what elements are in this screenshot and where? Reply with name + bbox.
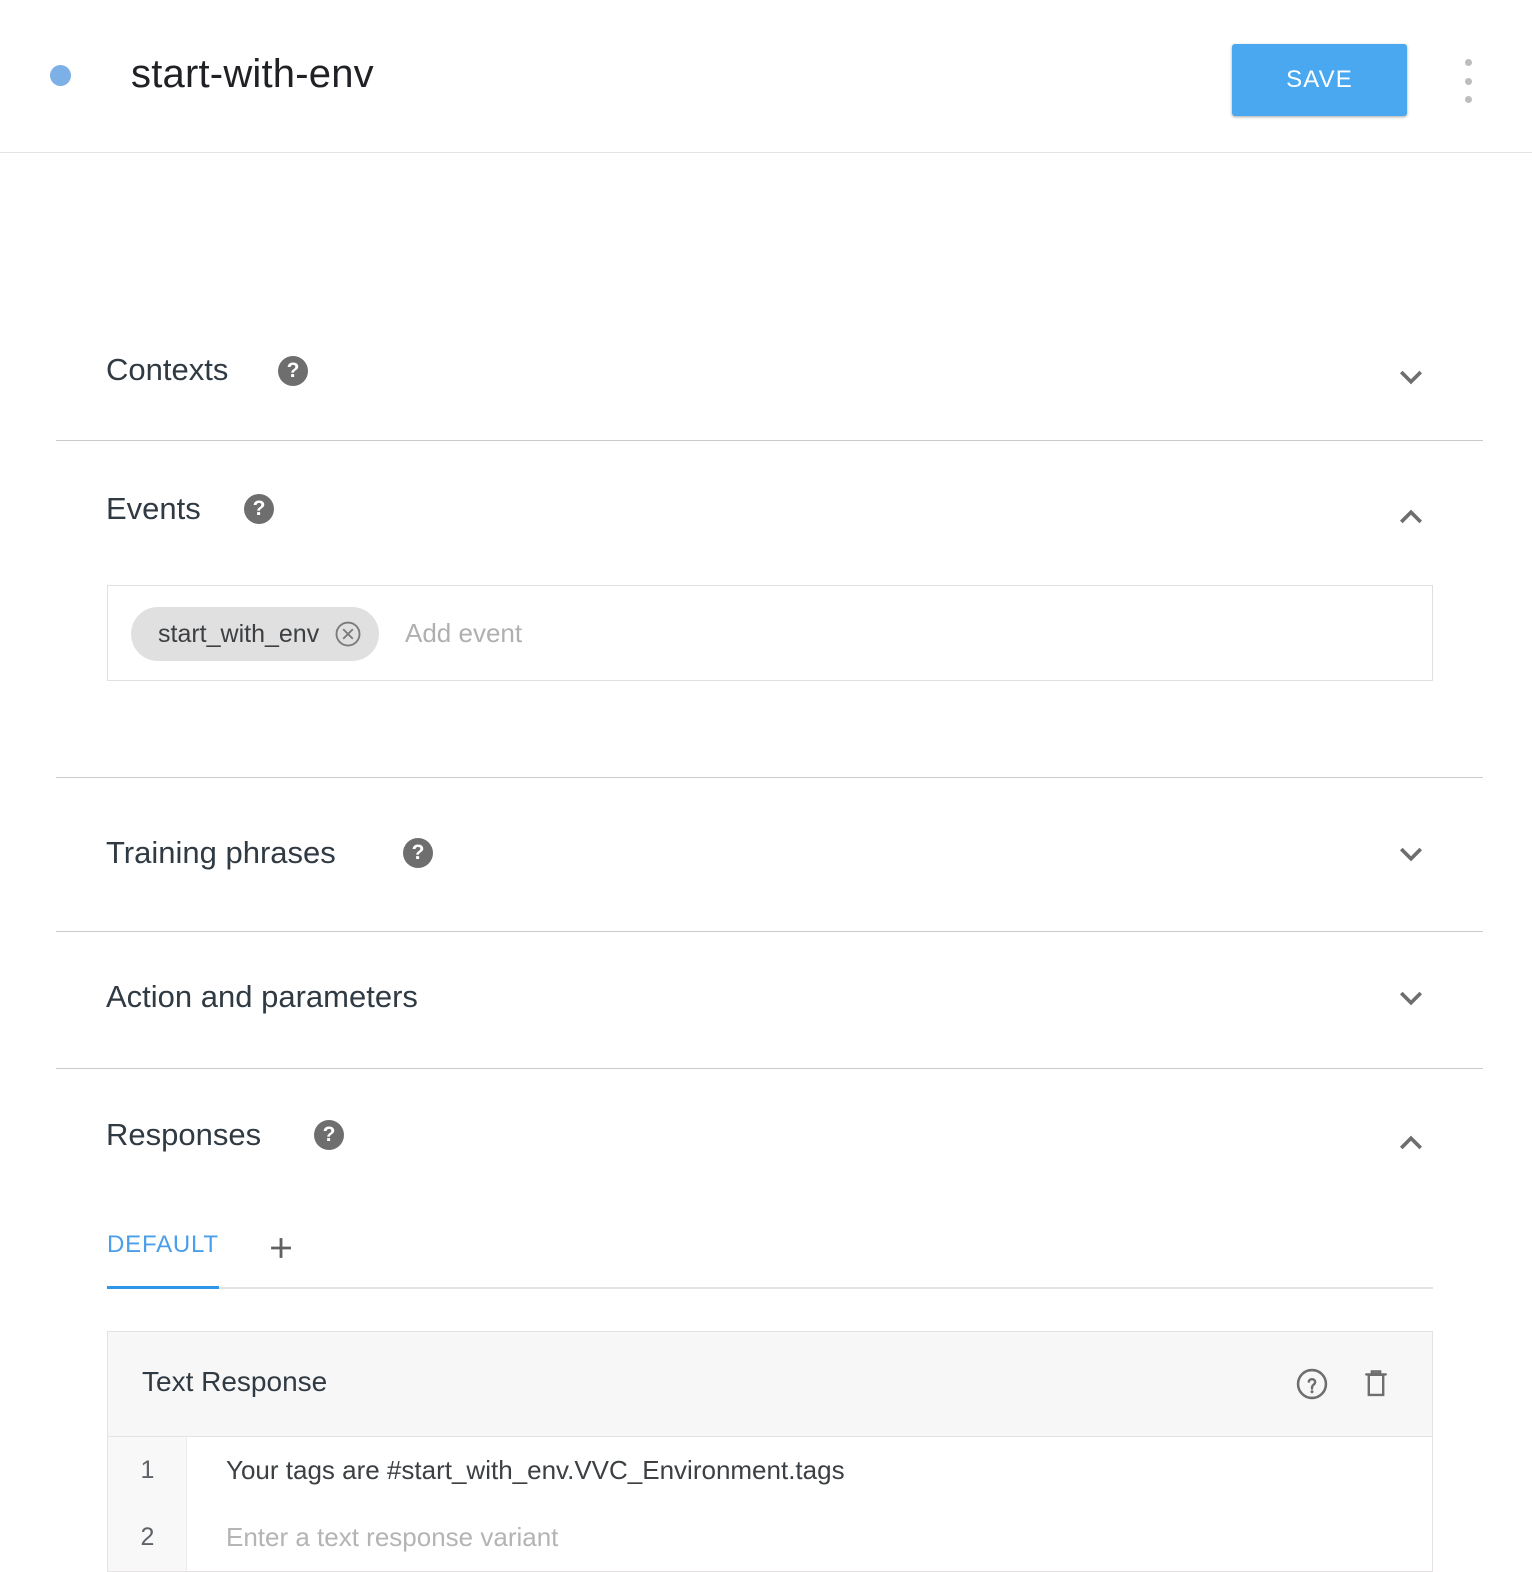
event-chip-label: start_with_env <box>158 619 320 648</box>
app-header: start-with-env SAVE <box>0 0 1532 153</box>
chevron-down-icon[interactable] <box>1389 832 1433 876</box>
text-response-input[interactable] <box>226 1437 1406 1504</box>
chevron-up-icon[interactable] <box>1389 1121 1433 1165</box>
text-response-card-header: Text Response <box>108 1332 1432 1437</box>
help-icon[interactable]: ? <box>244 494 274 524</box>
event-chip[interactable]: start_with_env <box>131 607 380 661</box>
tab-underline-track <box>107 1287 1433 1289</box>
text-response-card: Text Response 1 2 <box>107 1331 1433 1572</box>
table-row[interactable]: 1 <box>108 1437 1432 1504</box>
table-row[interactable]: 2 <box>108 1504 1432 1571</box>
section-title-responses: Responses <box>106 1117 262 1152</box>
intent-status-dot <box>50 65 71 86</box>
divider <box>56 777 1483 778</box>
help-outline-icon[interactable] <box>1294 1366 1330 1402</box>
divider <box>56 931 1483 932</box>
section-title-training-phrases: Training phrases <box>106 835 336 870</box>
chevron-down-icon[interactable] <box>1389 355 1433 399</box>
chevron-down-icon[interactable] <box>1389 976 1433 1020</box>
help-icon[interactable]: ? <box>314 1120 344 1150</box>
text-response-rows: 1 2 <box>108 1437 1432 1571</box>
help-icon[interactable]: ? <box>278 356 308 386</box>
response-tabs: DEFAULT <box>107 1223 1433 1289</box>
section-title-contexts: Contexts <box>106 352 229 387</box>
text-response-variant-input[interactable] <box>226 1504 1406 1571</box>
section-title-events: Events <box>106 491 201 526</box>
page-title: start-with-env <box>131 52 374 96</box>
chevron-up-icon[interactable] <box>1389 495 1433 539</box>
trash-icon[interactable] <box>1358 1365 1394 1403</box>
row-index: 1 <box>140 1456 155 1484</box>
more-vert-icon[interactable] <box>1455 56 1481 106</box>
add-event-placeholder[interactable]: Add event <box>405 618 522 649</box>
circle-close-icon[interactable] <box>333 619 363 649</box>
help-icon[interactable]: ? <box>403 838 433 868</box>
events-input-container[interactable]: start_with_env Add event <box>107 585 1433 681</box>
divider <box>56 1068 1483 1069</box>
divider <box>56 440 1483 441</box>
text-response-title: Text Response <box>142 1366 328 1397</box>
section-title-action-and-parameters: Action and parameters <box>106 979 418 1014</box>
tab-default[interactable]: DEFAULT <box>107 1231 219 1259</box>
save-button[interactable]: SAVE <box>1232 44 1407 116</box>
plus-icon[interactable] <box>264 1231 298 1265</box>
tab-underline-active <box>107 1286 219 1289</box>
row-index: 2 <box>140 1523 155 1551</box>
